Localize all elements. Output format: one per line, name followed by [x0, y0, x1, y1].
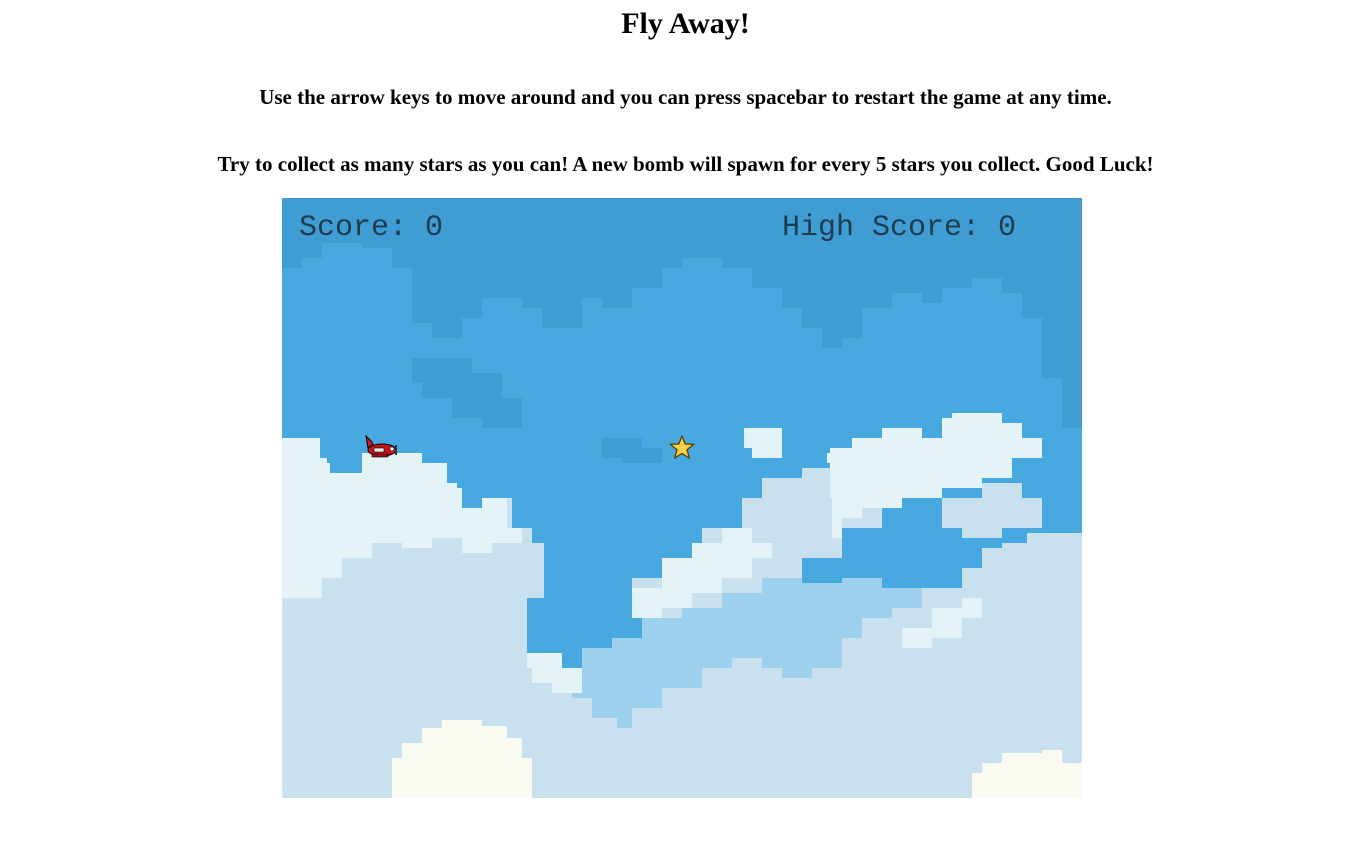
score-display: Score: 0 — [299, 210, 443, 246]
red-airplane-icon — [365, 434, 397, 458]
score-value: 0 — [425, 211, 444, 245]
high-score-label: High Score: — [782, 211, 999, 245]
high-score-display: High Score: 0 — [782, 210, 1016, 246]
game-canvas[interactable]: Score: 0 High Score: 0 — [282, 198, 1082, 798]
instructions-goal: Try to collect as many stars as you can!… — [217, 152, 1154, 176]
star-icon — [669, 435, 695, 459]
high-score-value: 0 — [998, 211, 1017, 245]
score-label: Score: — [299, 211, 426, 245]
instructions-controls: Use the arrow keys to move around and yo… — [259, 85, 1112, 109]
sky-background — [282, 198, 1082, 798]
page-title: Fly Away! — [621, 7, 750, 40]
